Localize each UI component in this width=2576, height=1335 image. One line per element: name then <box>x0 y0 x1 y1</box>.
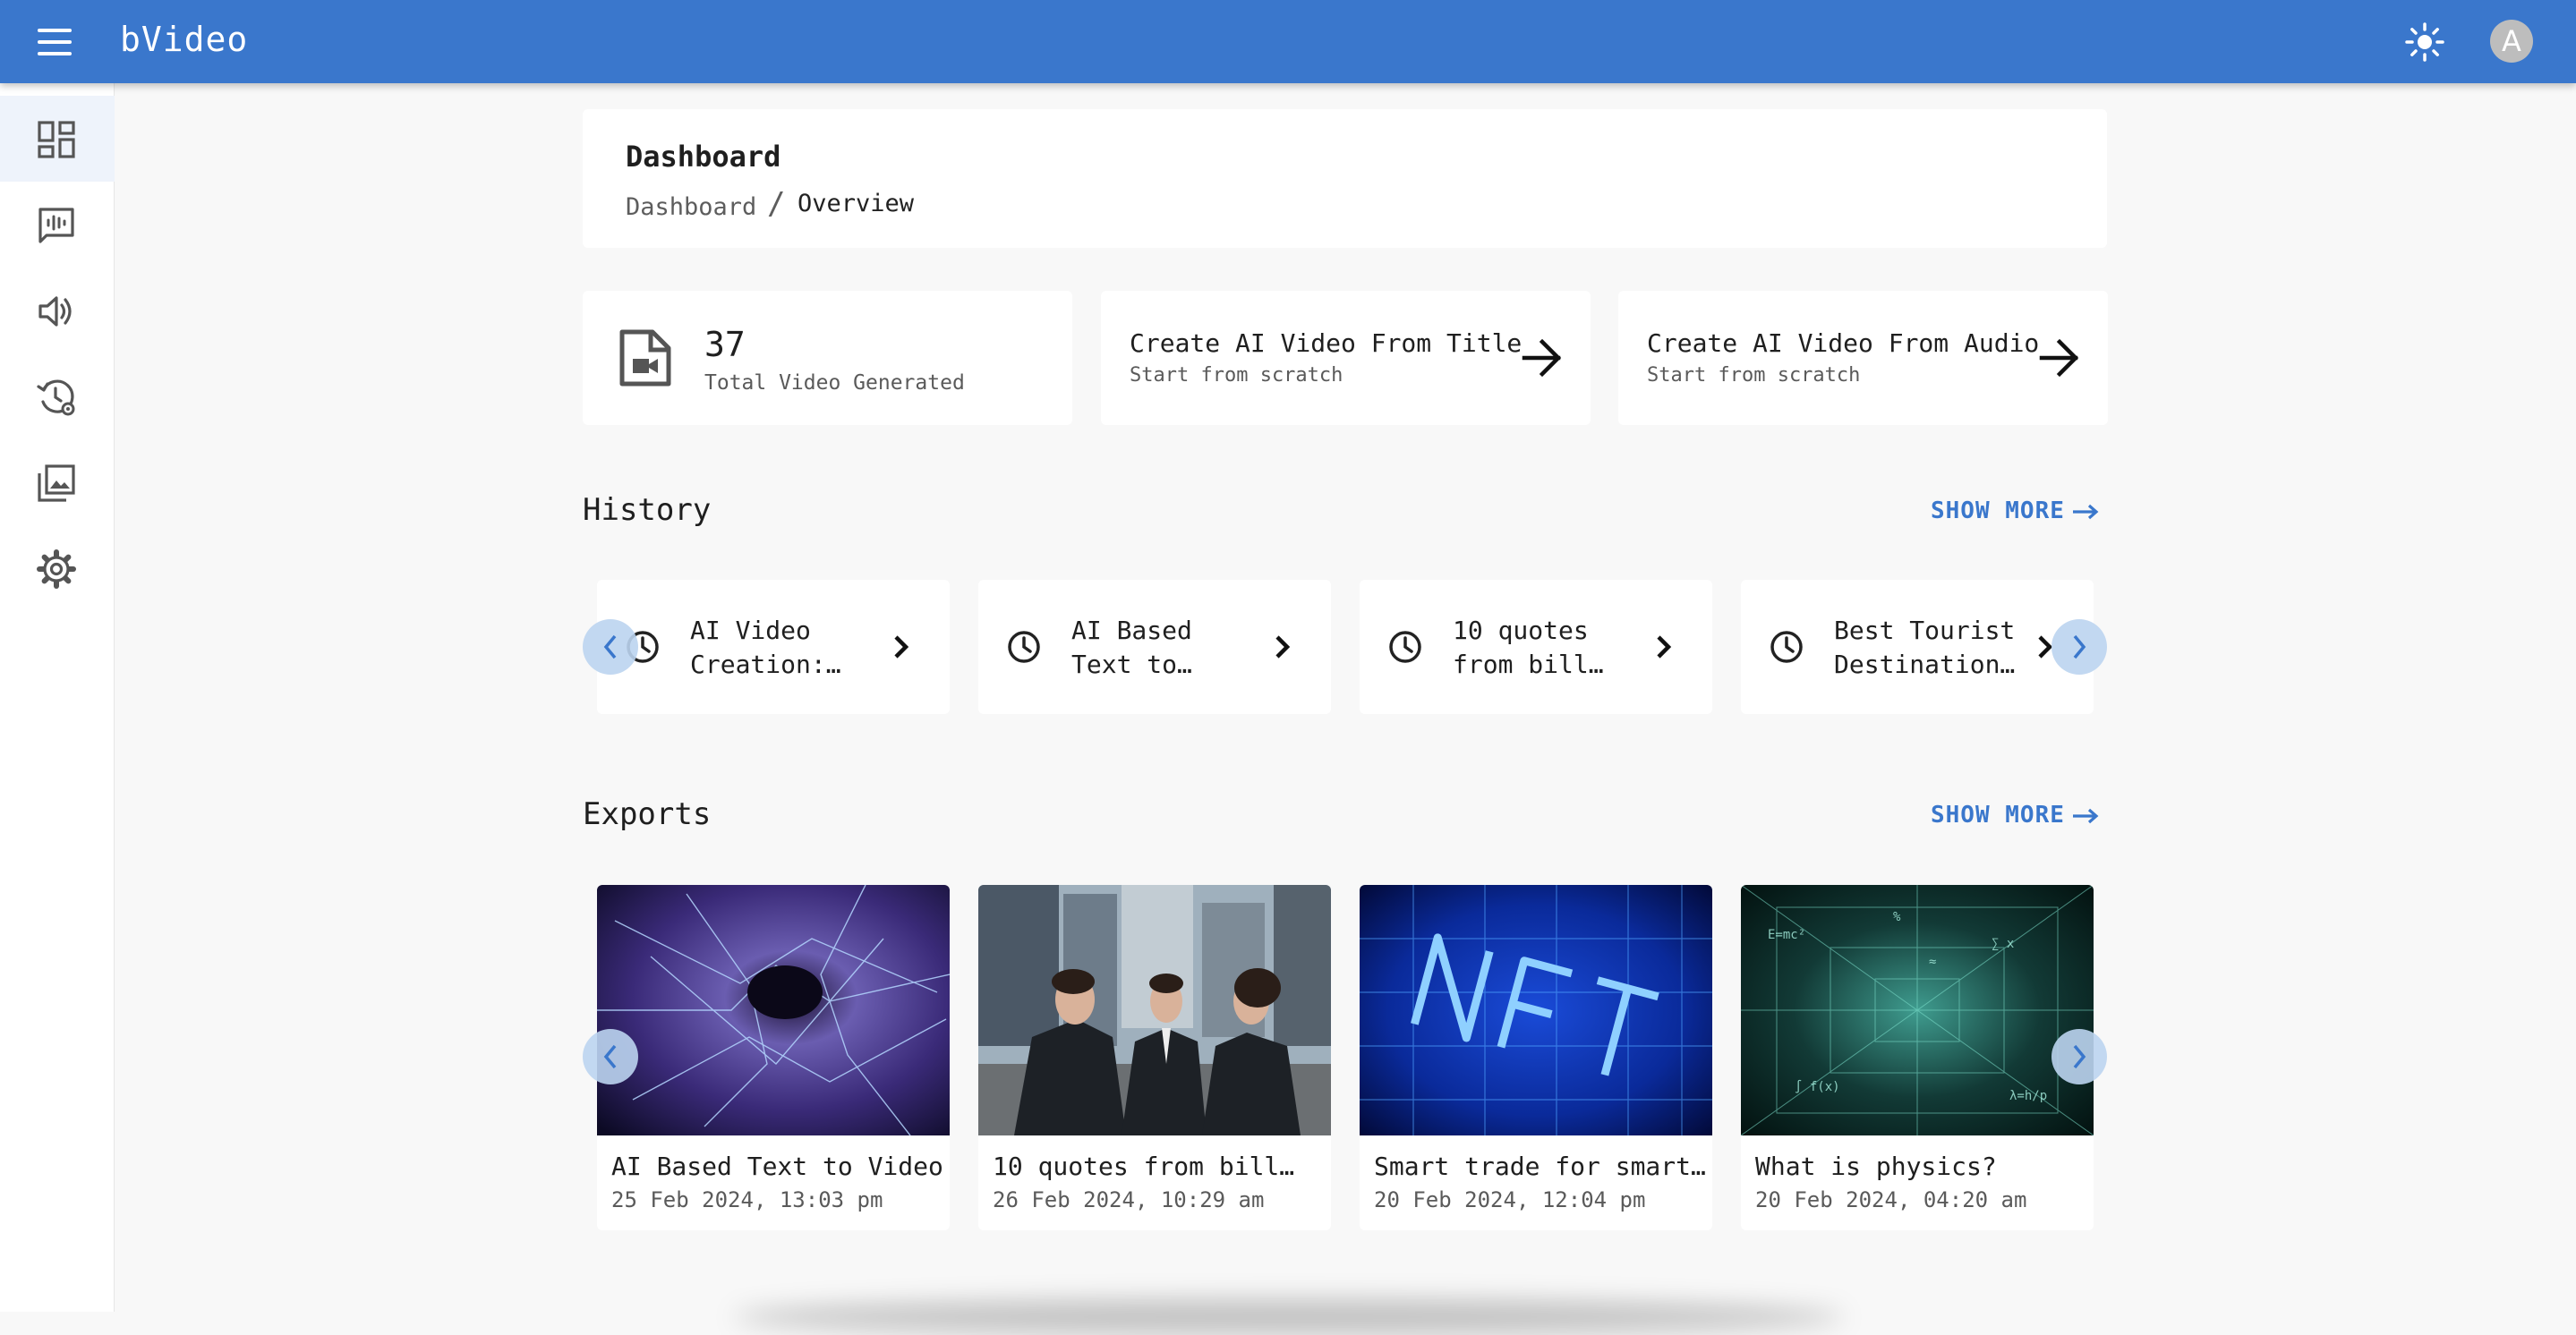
chevron-right-icon <box>2073 1044 2086 1069</box>
svg-text:≈: ≈ <box>1929 955 1936 969</box>
chevron-left-icon <box>603 634 617 659</box>
dashboard-icon <box>38 121 75 158</box>
exports-prev-button[interactable] <box>583 1029 638 1084</box>
history-item[interactable]: AI Video Creation:… <box>597 580 950 714</box>
history-heading: History <box>583 492 712 528</box>
sidebar-item-dashboard[interactable] <box>0 96 115 182</box>
total-videos-count: 37 <box>704 325 746 364</box>
history-item-title-line2: from bill… <box>1453 650 1604 679</box>
export-card[interactable]: AI Based Text to Video… 25 Feb 2024, 13:… <box>597 885 950 1230</box>
svg-text:%: % <box>1893 910 1901 924</box>
export-thumbnail <box>978 885 1331 1135</box>
history-item[interactable]: Best Tourist Destination… <box>1741 580 2094 714</box>
sidebar <box>0 83 115 1312</box>
total-videos-label: Total Video Generated <box>704 371 965 395</box>
history-show-more-button[interactable]: SHOW MORE <box>1931 497 2099 524</box>
top-app-bar: bVideo A <box>0 0 2576 83</box>
export-title: AI Based Text to Video… <box>611 1152 943 1181</box>
speaker-icon <box>38 296 72 327</box>
export-date: 25 Feb 2024, 13:03 pm <box>611 1187 883 1212</box>
history-prev-button[interactable] <box>583 619 638 675</box>
history-item-title-line2: Destination… <box>1834 650 2016 679</box>
create-from-title-subtitle: Start from scratch <box>1130 364 1343 387</box>
breadcrumb-dashboard[interactable]: Dashboard <box>626 193 756 221</box>
export-title: What is physics? <box>1755 1152 1997 1181</box>
history-item-title-line1: AI Based <box>1071 616 1192 645</box>
history-item[interactable]: AI Based Text to… <box>978 580 1331 714</box>
avatar[interactable]: A <box>2490 20 2533 63</box>
page-header: Dashboard Dashboard / Overview <box>583 109 2107 248</box>
export-date: 26 Feb 2024, 10:29 am <box>993 1187 1265 1212</box>
export-date: 20 Feb 2024, 12:04 pm <box>1374 1187 1646 1212</box>
history-item-title-line2: Creation:… <box>690 650 841 679</box>
history-item-title-line1: 10 quotes <box>1453 616 1589 645</box>
export-card[interactable]: E=mc² ∑ x ∫ f(x) λ=h/p% ≈ What is physics? … <box>1741 885 2094 1230</box>
sidebar-item-media-library[interactable] <box>0 439 115 525</box>
export-thumbnail <box>1360 885 1712 1135</box>
create-from-title-label: Create AI Video From Title <box>1130 328 1523 358</box>
menu-icon[interactable] <box>34 25 77 59</box>
exports-heading: Exports <box>583 796 712 832</box>
clock-icon <box>1389 631 1421 663</box>
create-from-audio-card[interactable]: Create AI Video From Audio Start from sc… <box>1618 291 2108 425</box>
chevron-right-icon <box>1275 635 1291 659</box>
clock-icon <box>1770 631 1803 663</box>
app-title: bVideo <box>120 20 249 59</box>
breadcrumb-overview: Overview <box>798 190 915 217</box>
arrow-right-icon <box>2039 338 2079 378</box>
history-item-title-line2: Text to… <box>1071 650 1192 679</box>
history-next-button[interactable] <box>2051 619 2107 675</box>
svg-text:λ=h/p: λ=h/p <box>2009 1089 2047 1103</box>
gear-icon <box>37 549 76 589</box>
svg-text:E=mc²: E=mc² <box>1768 928 1805 942</box>
export-date: 20 Feb 2024, 04:20 am <box>1755 1187 2027 1212</box>
chevron-right-icon <box>894 635 909 659</box>
bottom-panel-shadow <box>734 1299 1844 1335</box>
clock-icon <box>1008 631 1040 663</box>
long-arrow-right-icon <box>2073 504 2099 520</box>
history-item[interactable]: 10 quotes from bill… <box>1360 580 1712 714</box>
long-arrow-right-icon <box>2073 808 2099 824</box>
exports-show-more-label: SHOW MORE <box>1931 802 2065 829</box>
exports-show-more-button[interactable]: SHOW MORE <box>1931 802 2099 829</box>
create-from-audio-subtitle: Start from scratch <box>1647 364 1861 387</box>
export-card[interactable]: 10 quotes from bill… 26 Feb 2024, 10:29 … <box>978 885 1331 1230</box>
total-videos-card: 37 Total Video Generated <box>583 291 1072 425</box>
export-thumbnail <box>597 885 950 1135</box>
create-from-audio-label: Create AI Video From Audio <box>1647 328 2040 358</box>
svg-text:∫ f(x): ∫ f(x) <box>1795 1079 1840 1094</box>
chevron-right-icon <box>1657 635 1672 659</box>
exports-next-button[interactable] <box>2051 1029 2107 1084</box>
export-title: Smart trade for smart… <box>1374 1152 1705 1181</box>
history-item-title-line1: AI Video <box>690 616 811 645</box>
export-thumbnail: E=mc² ∑ x ∫ f(x) λ=h/p% ≈ <box>1741 885 2094 1135</box>
video-file-icon <box>619 329 671 387</box>
chevron-right-icon <box>2073 634 2086 659</box>
svg-text:∑ x: ∑ x <box>1992 937 2014 951</box>
arrow-right-icon <box>1522 338 1562 378</box>
history-show-more-label: SHOW MORE <box>1931 497 2065 524</box>
history-gear-icon <box>37 379 75 416</box>
page-title: Dashboard <box>626 140 781 174</box>
sidebar-item-audio[interactable] <box>0 268 115 353</box>
voice-chat-icon <box>38 208 74 243</box>
create-from-title-card[interactable]: Create AI Video From Title Start from sc… <box>1101 291 1591 425</box>
chevron-left-icon <box>603 1044 617 1069</box>
sidebar-item-history-settings[interactable] <box>0 353 115 439</box>
sidebar-item-text-to-video[interactable] <box>0 182 115 268</box>
export-card[interactable]: Smart trade for smart… 20 Feb 2024, 12:0… <box>1360 885 1712 1230</box>
light-mode-icon[interactable] <box>2404 21 2445 63</box>
export-title: 10 quotes from bill… <box>993 1152 1295 1181</box>
history-item-title-line1: Best Tourist <box>1834 616 2016 645</box>
photo-library-icon <box>38 464 75 502</box>
breadcrumb-separator: / <box>767 186 786 222</box>
sidebar-item-settings[interactable] <box>0 525 115 611</box>
